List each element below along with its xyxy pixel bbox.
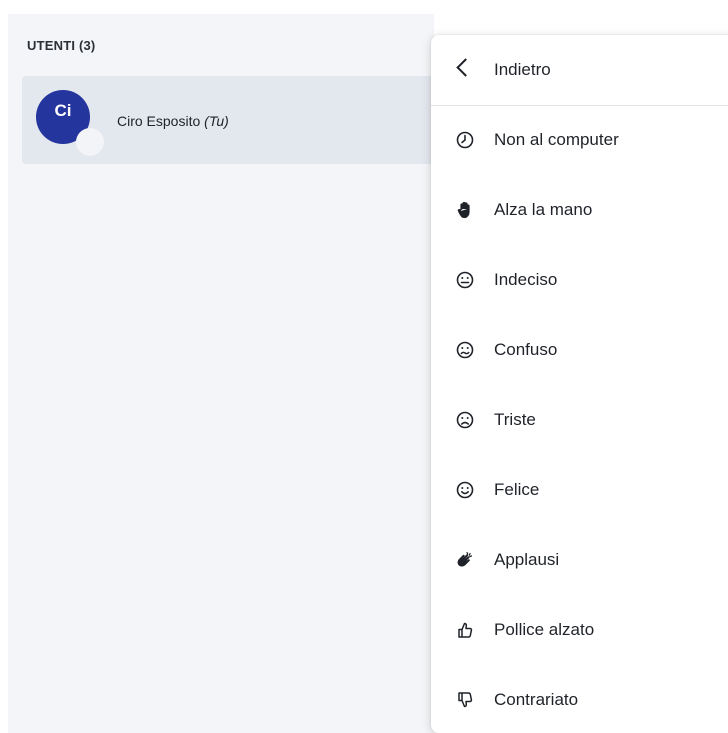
back-label: Indietro — [494, 60, 551, 79]
happy-face-icon — [455, 480, 475, 500]
menu-item-happy[interactable]: Felice — [431, 462, 728, 518]
menu-item-thumbs-down[interactable]: Contrariato — [431, 672, 728, 728]
sad-face-icon — [455, 410, 475, 430]
confused-face-icon — [455, 340, 475, 360]
clock-icon — [455, 130, 475, 150]
chevron-left-icon — [456, 58, 475, 77]
back-button[interactable]: Indietro — [431, 35, 728, 105]
menu-item-confused[interactable]: Confuso — [431, 322, 728, 378]
user-self-tag: (Tu) — [204, 113, 229, 129]
menu-item-label: Confuso — [494, 340, 558, 359]
presence-status-dot — [76, 128, 104, 156]
menu-item-label: Applausi — [494, 550, 560, 569]
menu-item-thumbs-up[interactable]: Pollice alzato — [431, 602, 728, 658]
avatar-initials: Ci — [54, 101, 72, 120]
user-name-text: Ciro Esposito — [117, 113, 201, 129]
menu-item-label: Non al computer — [494, 130, 619, 149]
raised-hand-icon — [455, 200, 475, 220]
thumbs-up-icon — [455, 620, 475, 640]
users-header: UTENTI (3) — [27, 38, 96, 53]
menu-divider — [431, 105, 728, 106]
status-menu: Indietro Non al computer Alza la mano In… — [431, 35, 728, 733]
menu-item-raise-hand[interactable]: Alza la mano — [431, 182, 728, 238]
menu-item-label: Indeciso — [494, 270, 558, 289]
menu-item-label: Contrariato — [494, 690, 579, 709]
user-name: Ciro Esposito (Tu) — [117, 113, 229, 129]
menu-item-label: Triste — [494, 410, 536, 429]
menu-item-sad[interactable]: Triste — [431, 392, 728, 448]
neutral-face-icon — [455, 270, 475, 290]
menu-item-away[interactable]: Non al computer — [431, 112, 728, 168]
thumbs-down-icon — [455, 690, 475, 710]
menu-item-label: Alza la mano — [494, 200, 593, 219]
menu-item-label: Felice — [494, 480, 540, 499]
menu-item-label: Pollice alzato — [494, 620, 595, 639]
applause-icon — [455, 550, 475, 570]
user-list-item[interactable]: Ci Ciro Esposito (Tu) — [22, 76, 434, 164]
menu-item-undecided[interactable]: Indeciso — [431, 252, 728, 308]
menu-item-applause[interactable]: Applausi — [431, 532, 728, 588]
users-panel: UTENTI (3) Ci Ciro Esposito (Tu) — [8, 14, 434, 733]
